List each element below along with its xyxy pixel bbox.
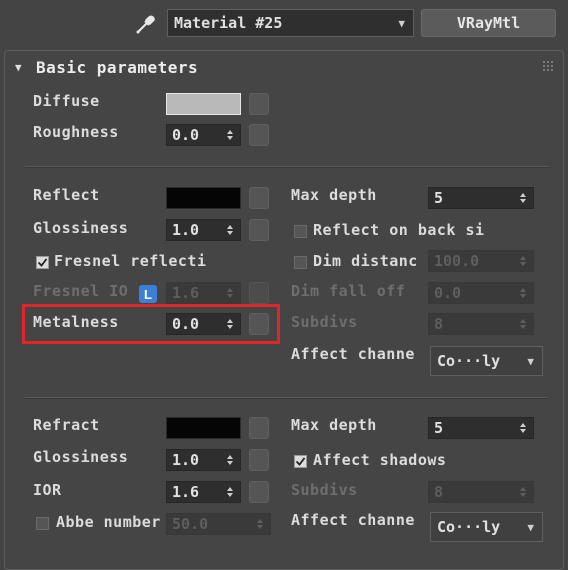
- metalness-highlight-box: [22, 304, 280, 344]
- roughness-map-button[interactable]: [249, 124, 269, 146]
- dim-distance-label[interactable]: Dim distanc: [313, 252, 418, 270]
- material-name: Material #25: [174, 14, 283, 32]
- reflect-subdivs-spinner[interactable]: 8: [428, 313, 534, 335]
- material-type-label: VRayMtl: [456, 14, 521, 32]
- reflect-back-checkbox[interactable]: [294, 225, 307, 238]
- reflect-glossiness-value: 1.0: [172, 221, 200, 239]
- spinner-arrows-icon[interactable]: [223, 485, 237, 499]
- checkbox-icon: [37, 258, 48, 267]
- spinner-arrows-icon[interactable]: [516, 191, 530, 205]
- spinner-arrows-icon[interactable]: [516, 286, 530, 300]
- eyedropper-icon[interactable]: [134, 12, 158, 36]
- reflect-glossiness-spinner[interactable]: 1.0: [166, 219, 241, 241]
- abbe-label[interactable]: Abbe number: [56, 513, 161, 531]
- reflect-color-swatch[interactable]: [166, 187, 241, 209]
- diffuse-color-swatch[interactable]: [166, 93, 241, 115]
- abbe-value: 50.0: [172, 515, 209, 533]
- refract-color-swatch[interactable]: [166, 417, 241, 439]
- spinner-arrows-icon[interactable]: [516, 317, 530, 331]
- dim-falloff-label: Dim fall off: [291, 282, 406, 300]
- reflect-affect-channels-label: Affect channe: [291, 345, 415, 363]
- refract-glossiness-value: 1.0: [172, 451, 200, 469]
- dim-distance-value: 100.0: [434, 252, 480, 270]
- refract-subdivs-spinner[interactable]: 8: [428, 481, 534, 503]
- refract-affect-channels-label: Affect channe: [291, 511, 415, 529]
- spinner-arrows-icon[interactable]: [516, 421, 530, 435]
- spinner-arrows-icon[interactable]: [223, 223, 237, 237]
- rollout-title[interactable]: Basic parameters: [36, 58, 198, 77]
- grip-icon[interactable]: [543, 61, 553, 71]
- spinner-arrows-icon[interactable]: [223, 286, 237, 300]
- fresnel-checkbox[interactable]: [36, 256, 49, 269]
- refract-max-depth-value: 5: [434, 419, 444, 437]
- reflect-subdivs-value: 8: [434, 315, 444, 333]
- reflect-affect-channels-value: Co···ly: [437, 352, 501, 370]
- fresnel-ior-map-button[interactable]: [249, 282, 269, 304]
- lock-label: L: [144, 286, 152, 302]
- diffuse-label: Diffuse: [33, 92, 100, 110]
- checkbox-icon: [295, 457, 306, 466]
- affect-shadows-label[interactable]: Affect shadows: [313, 451, 446, 469]
- refract-affect-channels-dropdown[interactable]: Co···ly ▼: [430, 512, 543, 542]
- fresnel-ior-label: Fresnel IO: [33, 282, 129, 300]
- dropdown-caret-icon: ▼: [398, 16, 405, 30]
- refract-map-button[interactable]: [249, 417, 269, 439]
- dim-distance-checkbox[interactable]: [294, 256, 307, 269]
- abbe-checkbox[interactable]: [36, 517, 49, 530]
- dropdown-caret-icon: ▼: [527, 354, 534, 368]
- affect-shadows-checkbox[interactable]: [294, 455, 307, 468]
- rollout-toggle-icon[interactable]: ▼: [15, 61, 22, 74]
- separator: [25, 397, 548, 399]
- fresnel-label[interactable]: Fresnel reflecti: [54, 252, 207, 270]
- spinner-arrows-icon[interactable]: [516, 485, 530, 499]
- refract-max-depth-label: Max depth: [291, 416, 377, 434]
- refract-glossiness-map-button[interactable]: [249, 449, 269, 471]
- reflect-max-depth-label: Max depth: [291, 186, 377, 204]
- dropdown-caret-icon: ▼: [527, 520, 534, 534]
- fresnel-ior-value: 1.6: [172, 284, 200, 302]
- reflect-glossiness-label: Glossiness: [33, 219, 129, 237]
- roughness-value: 0.0: [172, 126, 200, 144]
- reflect-max-depth-spinner[interactable]: 5: [428, 187, 534, 209]
- spinner-arrows-icon[interactable]: [223, 453, 237, 467]
- reflect-affect-channels-dropdown[interactable]: Co···ly ▼: [430, 346, 543, 376]
- refract-max-depth-spinner[interactable]: 5: [428, 417, 534, 439]
- abbe-spinner[interactable]: 50.0: [166, 513, 271, 535]
- reflect-glossiness-map-button[interactable]: [249, 219, 269, 241]
- refract-affect-channels-value: Co···ly: [437, 518, 501, 536]
- diffuse-map-button[interactable]: [249, 93, 269, 115]
- spinner-arrows-icon[interactable]: [516, 254, 530, 268]
- roughness-spinner[interactable]: 0.0: [166, 124, 241, 146]
- refract-subdivs-value: 8: [434, 483, 444, 501]
- ior-map-button[interactable]: [249, 481, 269, 503]
- ior-spinner[interactable]: 1.6: [166, 481, 241, 503]
- ior-label: IOR: [33, 481, 62, 499]
- spinner-arrows-icon[interactable]: [253, 517, 267, 531]
- ior-value: 1.6: [172, 483, 200, 501]
- spinner-arrows-icon[interactable]: [223, 128, 237, 142]
- dim-falloff-spinner[interactable]: 0.0: [428, 282, 534, 304]
- reflect-map-button[interactable]: [249, 187, 269, 209]
- refract-label: Refract: [33, 416, 100, 434]
- lock-icon[interactable]: L: [139, 285, 157, 303]
- dim-falloff-value: 0.0: [434, 284, 462, 302]
- reflect-label: Reflect: [33, 186, 100, 204]
- material-type-button[interactable]: VRayMtl: [421, 9, 556, 37]
- separator: [25, 166, 548, 168]
- reflect-back-label[interactable]: Reflect on back si: [313, 221, 485, 239]
- reflect-max-depth-value: 5: [434, 189, 444, 207]
- fresnel-ior-spinner[interactable]: 1.6: [166, 282, 241, 304]
- refract-subdivs-label: Subdivs: [291, 481, 358, 499]
- dim-distance-spinner[interactable]: 100.0: [428, 250, 534, 272]
- roughness-label: Roughness: [33, 123, 119, 141]
- refract-glossiness-label: Glossiness: [33, 448, 129, 466]
- material-name-dropdown[interactable]: Material #25 ▼: [167, 9, 414, 37]
- refract-glossiness-spinner[interactable]: 1.0: [166, 449, 241, 471]
- reflect-subdivs-label: Subdivs: [291, 313, 358, 331]
